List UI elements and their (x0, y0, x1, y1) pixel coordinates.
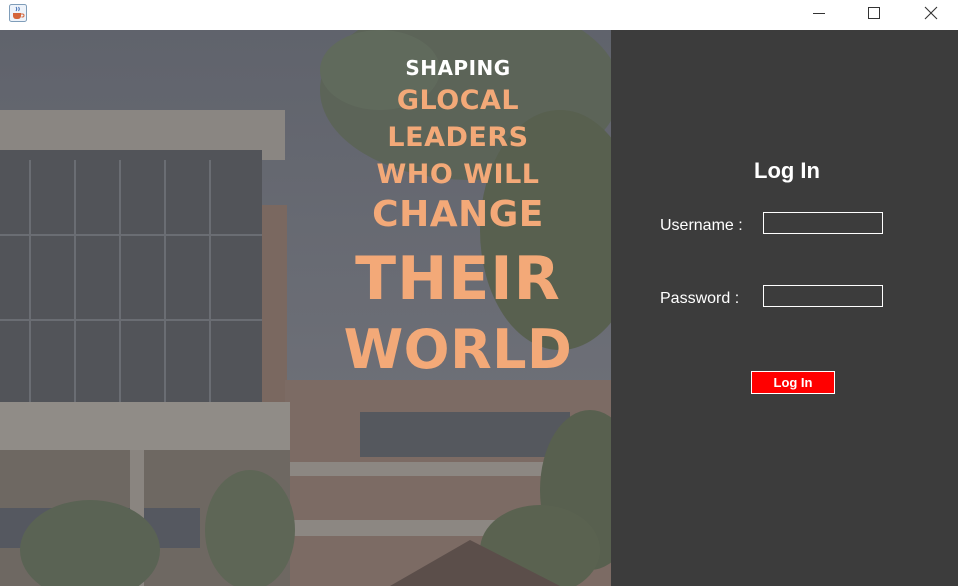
campus-background-image: SHAPING GLOCAL LEADERS WHO WILL CHANGE T… (0, 30, 611, 586)
login-title: Log In (754, 158, 820, 183)
close-icon[interactable] (902, 0, 958, 26)
motto-line-4: WHO WILL (376, 159, 540, 190)
motto-line-5: CHANGE (372, 194, 544, 235)
login-panel: Log In Username : Password : Log In (611, 30, 958, 586)
window-title-bar (0, 0, 958, 30)
motto-line-1: SHAPING (405, 56, 511, 80)
motto-line-2: GLOCAL (396, 85, 520, 116)
login-button[interactable]: Log In (751, 371, 835, 394)
motto-line-6: THEIR (355, 244, 561, 314)
username-field[interactable] (763, 212, 883, 234)
java-coffee-cup-icon (9, 4, 27, 22)
motto-line-3: LEADERS (387, 122, 529, 153)
minimize-icon[interactable] (790, 0, 848, 26)
maximize-icon[interactable] (845, 0, 903, 26)
username-label: Username : (660, 217, 743, 234)
motto-text: SHAPING GLOCAL LEADERS WHO WILL CHANGE T… (330, 56, 586, 377)
motto-line-7: WORLD (343, 318, 573, 381)
password-label: Password : (660, 290, 740, 307)
password-field[interactable] (763, 285, 883, 307)
